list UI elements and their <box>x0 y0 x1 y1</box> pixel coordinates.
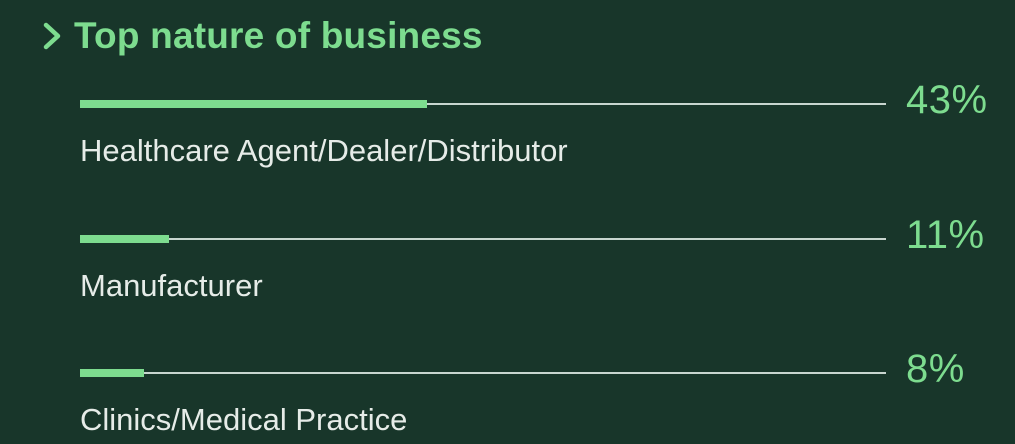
chart-header: Top nature of business <box>38 10 483 62</box>
bar-category-label: Manufacturer <box>80 268 263 303</box>
bar-track <box>80 238 886 240</box>
bar-category-label: Clinics/Medical Practice <box>80 402 408 437</box>
chart-title: Top nature of business <box>74 15 483 56</box>
bar-value-label: 43% <box>906 78 988 122</box>
bar-category-label: Healthcare Agent/Dealer/Distributor <box>80 133 568 168</box>
bar-track <box>80 372 886 374</box>
bar-fill <box>80 235 169 243</box>
chevron-right-icon <box>43 22 61 50</box>
bar-value-label: 11% <box>906 213 985 257</box>
bar-fill <box>80 100 427 108</box>
bar-fill <box>80 369 144 377</box>
bar-value-label: 8% <box>906 347 965 391</box>
